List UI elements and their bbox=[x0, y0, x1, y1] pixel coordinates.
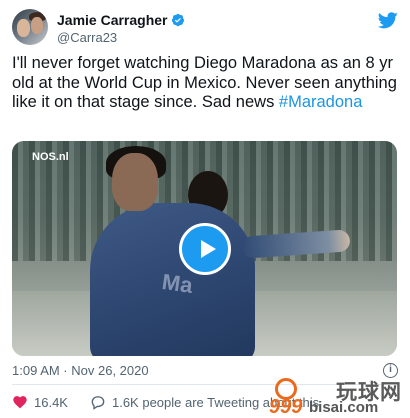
channel-logo: NOS.nl bbox=[32, 151, 69, 163]
author-display-name[interactable]: Jamie Carragher bbox=[57, 12, 168, 28]
heart-icon bbox=[13, 396, 27, 409]
verified-badge-icon bbox=[171, 13, 184, 26]
like-count: 16.4K bbox=[34, 394, 68, 410]
author-handle[interactable]: @Carra23 bbox=[57, 30, 185, 45]
play-button[interactable] bbox=[178, 222, 231, 275]
author-names[interactable]: Jamie Carragher @Carra23 bbox=[57, 11, 185, 45]
tweet-card: Jamie Carragher @Carra23 I'll never forg… bbox=[0, 0, 410, 418]
tweet-text: I'll never forget watching Diego Maradon… bbox=[12, 54, 402, 113]
tweet-timestamp[interactable]: 1:09 AM · Nov 26, 2020 bbox=[12, 363, 149, 378]
watermark-number: 999 bbox=[269, 396, 303, 418]
shirt-text: Ma bbox=[160, 268, 195, 299]
play-icon bbox=[200, 239, 216, 258]
twitter-bird-icon[interactable] bbox=[378, 12, 398, 29]
reply-bubble-icon bbox=[91, 396, 105, 410]
like-button[interactable]: 16.4K bbox=[12, 394, 68, 410]
watermark-site: bisai.com bbox=[309, 399, 379, 416]
video-thumbnail[interactable]: Ma NOS.nl bbox=[12, 141, 397, 356]
tweet-header: Jamie Carragher @Carra23 bbox=[12, 9, 398, 49]
site-watermark: 玩球网 999 bisai.com bbox=[269, 376, 404, 418]
hashtag-link[interactable]: #Maradona bbox=[279, 93, 362, 111]
author-avatar[interactable] bbox=[12, 9, 48, 45]
